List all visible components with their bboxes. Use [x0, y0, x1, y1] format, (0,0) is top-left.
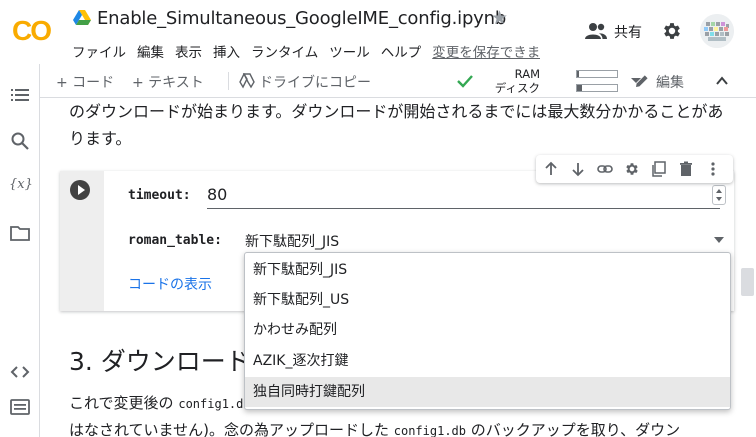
folder-icon[interactable] [10, 223, 30, 243]
dropdown-option[interactable]: 新下駄配列_JIS [245, 255, 730, 285]
section-heading: 3. ダウンロード [69, 347, 251, 376]
text-paragraph: のダウンロードが始まります。ダウンロードが開始されるまでには最大数分かかることが… [69, 102, 724, 148]
variables-icon[interactable]: {x} [9, 177, 33, 192]
menu-bar: ファイル 編集 表示 挿入 ランタイム ツール ヘルプ 変更を保存できま [72, 41, 551, 61]
move-up-icon[interactable] [543, 161, 559, 177]
timeout-label: timeout: [128, 188, 191, 203]
run-cell-button[interactable] [70, 180, 90, 200]
ram-usage-fill [577, 71, 579, 77]
search-icon[interactable] [10, 131, 30, 151]
ram-label: RAM [514, 67, 540, 81]
paragraph-text: のバックアップを取り、ダウン [470, 421, 681, 437]
pencil-icon [636, 75, 648, 87]
edit-mode-button[interactable]: 編集 [656, 72, 684, 92]
ram-usage-bar [576, 70, 618, 78]
cell-toolbar [536, 155, 733, 183]
menu-file[interactable]: ファイル [72, 41, 126, 61]
dropdown-option-selected[interactable]: 独自同時打鍵配列 [245, 377, 730, 407]
show-code-link[interactable]: コードの表示 [128, 274, 212, 294]
move-down-icon[interactable] [570, 161, 586, 177]
disk-usage-fill [577, 85, 582, 91]
dropdown-option[interactable]: AZIK_逐次打鍵 [245, 346, 730, 376]
menu-edit[interactable]: 編集 [137, 41, 164, 61]
chevron-down-icon[interactable] [714, 237, 724, 243]
people-icon[interactable] [585, 22, 607, 40]
connected-check-icon [457, 75, 473, 88]
menu-runtime[interactable]: ランタイム [251, 41, 318, 61]
star-icon[interactable]: ★ [491, 9, 508, 28]
app-header: CO Enable_Simultaneous_GoogleIME_config.… [0, 0, 756, 64]
toc-list-icon[interactable] [10, 85, 30, 105]
notebook-title[interactable]: Enable_Simultaneous_GoogleIME_config.ipy… [97, 8, 506, 29]
menu-view[interactable]: 表示 [175, 41, 202, 61]
code-snippets-icon[interactable] [10, 362, 30, 382]
dropdown-option[interactable]: 新下駄配列_US [245, 285, 730, 315]
copy-to-drive-button[interactable]: ドライブにコピー [259, 72, 371, 92]
delete-icon[interactable] [678, 161, 694, 177]
menu-insert[interactable]: 挿入 [213, 41, 240, 61]
notebook-content: のダウンロードが始まります。ダウンロードが開始されるまでには最大数分かかることが… [41, 99, 738, 437]
dropdown-option[interactable]: かわせみ配列 [245, 315, 730, 345]
gear-icon[interactable] [661, 20, 683, 42]
paragraph-line-2: はなされていません)。念の為アップロードした config1.db のバックアッ… [69, 417, 738, 437]
timeout-spinner[interactable] [712, 185, 726, 205]
more-vert-icon[interactable] [705, 161, 721, 177]
link-icon[interactable] [597, 161, 613, 177]
chevron-up-icon[interactable] [715, 74, 729, 88]
command-palette-icon[interactable] [10, 397, 30, 417]
disk-usage-bar [576, 84, 618, 92]
paragraph-text: はなされていません)。念の為アップロードした [69, 421, 389, 437]
toolbar-divider [228, 72, 229, 90]
colab-logo-text: CO [12, 15, 51, 46]
left-rail: {x} [0, 64, 40, 437]
colab-logo[interactable]: CO [12, 14, 58, 46]
inline-code: config1.db [393, 424, 466, 437]
roman-table-select[interactable]: 新下駄配列_JIS [245, 231, 339, 251]
cell-settings-icon[interactable] [624, 161, 640, 177]
timeout-input[interactable]: 80 [207, 183, 720, 209]
cell-gutter [60, 171, 104, 311]
roman-table-dropdown: 新下駄配列_JIS 新下駄配列_US かわせみ配列 AZIK_逐次打鍵 独自同時… [244, 252, 731, 410]
roman-table-label: roman_table: [128, 233, 222, 248]
account-avatar[interactable] [700, 14, 734, 48]
inline-code: config1.d [178, 397, 244, 411]
add-text-button[interactable]: + テキスト [132, 72, 204, 92]
mirror-cell-icon[interactable] [651, 161, 667, 177]
google-drive-icon [73, 10, 91, 25]
disk-label: ディスク [494, 81, 540, 95]
menu-tools[interactable]: ツール [329, 41, 370, 61]
drive-copy-icon [239, 73, 255, 89]
menu-help[interactable]: ヘルプ [381, 41, 422, 61]
add-code-button[interactable]: + コード [56, 72, 114, 92]
scrollbar-thumb[interactable] [741, 268, 754, 296]
share-button[interactable]: 共有 [614, 22, 642, 42]
paragraph-text: これで変更後の [69, 394, 174, 412]
save-changes-link[interactable]: 変更を保存できま [432, 41, 540, 61]
notebook-toolbar: + コード + テキスト ドライブにコピー RAM ディスク 編集 [40, 64, 756, 98]
